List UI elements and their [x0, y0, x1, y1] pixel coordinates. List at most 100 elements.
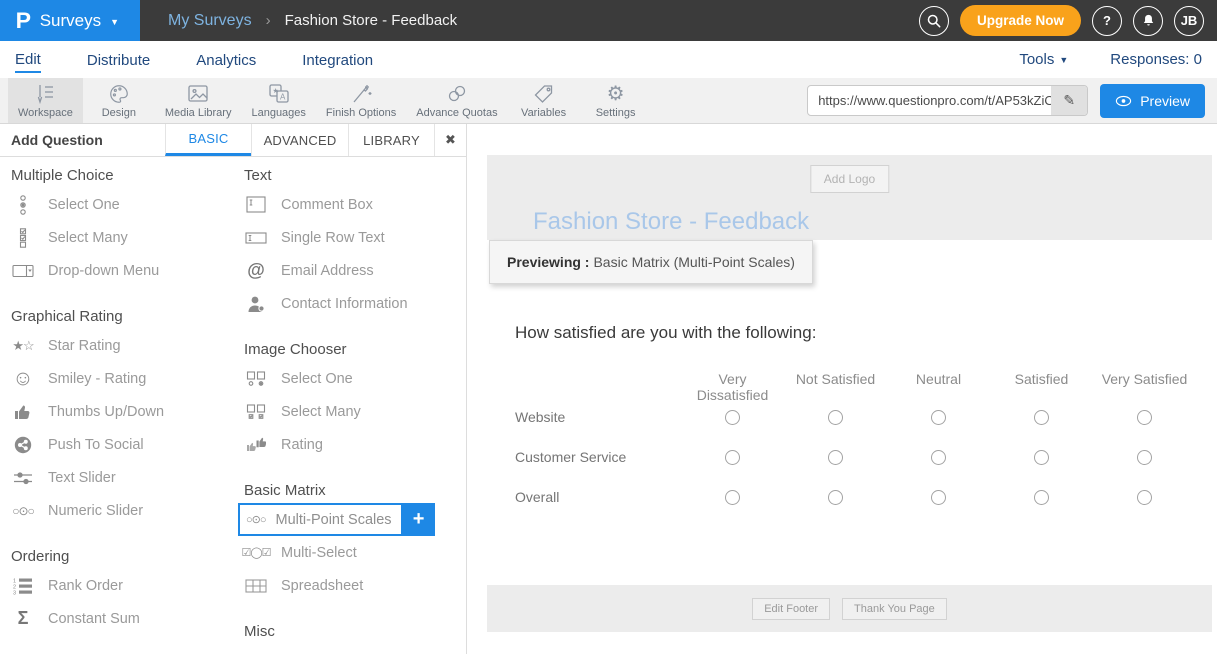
- radio-overall-very-satisfied[interactable]: [1137, 490, 1152, 505]
- toolbar-variables[interactable]: Variables: [508, 78, 580, 123]
- pencil-icon: ✎: [1063, 92, 1075, 109]
- nav-tab-analytics[interactable]: Analytics: [196, 48, 256, 72]
- question-type-star-rating[interactable]: ★☆ Star Rating: [11, 329, 233, 362]
- add-question-panel: Add Question BASIC ADVANCED LIBRARY ✖ Mu…: [0, 124, 467, 654]
- search-button[interactable]: [919, 6, 949, 36]
- radio-customer-service-very-dissatisfied[interactable]: [725, 450, 740, 465]
- single-row-text-icon: [245, 232, 267, 244]
- radio-overall-satisfied[interactable]: [1034, 490, 1049, 505]
- survey-title: Fashion Store - Feedback: [533, 208, 809, 236]
- edit-url-button[interactable]: ✎: [1051, 86, 1087, 115]
- radio-overall-neutral[interactable]: [931, 490, 946, 505]
- radio-customer-service-very-satisfied[interactable]: [1137, 450, 1152, 465]
- radio-customer-service-neutral[interactable]: [931, 450, 946, 465]
- question-type-image-select-many[interactable]: Select Many: [244, 395, 466, 428]
- breadcrumb-survey-name: Fashion Store - Feedback: [285, 12, 458, 29]
- question-type-select-one[interactable]: Select One: [11, 188, 233, 221]
- toolbar-advance-quotas[interactable]: Advance Quotas: [406, 78, 507, 123]
- question-type-contact-information[interactable]: Contact Information: [244, 287, 466, 320]
- question-type-image-select-one[interactable]: Select One: [244, 362, 466, 395]
- smiley-icon: ☺: [11, 368, 35, 389]
- nav-tab-distribute[interactable]: Distribute: [87, 48, 150, 72]
- header-actions: Upgrade Now ? JB: [919, 0, 1217, 41]
- survey-url-box: ✎: [807, 85, 1088, 116]
- nav-tab-integration[interactable]: Integration: [302, 48, 373, 72]
- rank-order-icon: 123: [13, 577, 33, 595]
- help-button[interactable]: ?: [1092, 6, 1122, 36]
- responses-count[interactable]: Responses: 0: [1110, 51, 1202, 68]
- radio-website-very-dissatisfied[interactable]: [725, 410, 740, 425]
- radio-customer-service-not-satisfied[interactable]: [828, 450, 843, 465]
- translate-icon: A★: [267, 83, 291, 105]
- matrix-row-label: Website: [515, 397, 681, 437]
- close-panel-button[interactable]: ✖: [434, 124, 466, 156]
- radio-website-neutral[interactable]: [931, 410, 946, 425]
- section-image-chooser: Image Chooser: [244, 341, 466, 358]
- radio-overall-not-satisfied[interactable]: [828, 490, 843, 505]
- tab-library[interactable]: LIBRARY: [348, 124, 434, 156]
- question-type-text-slider[interactable]: Text Slider: [11, 461, 233, 494]
- thank-you-page-button[interactable]: Thank You Page: [842, 598, 947, 620]
- question-type-thumbs-up-down[interactable]: Thumbs Up/Down: [11, 395, 233, 428]
- tools-menu[interactable]: Tools ▼: [1019, 51, 1068, 68]
- radio-website-very-satisfied[interactable]: [1137, 410, 1152, 425]
- question-type-rank-order[interactable]: 123 Rank Order: [11, 569, 233, 602]
- radio-website-not-satisfied[interactable]: [828, 410, 843, 425]
- tab-advanced[interactable]: ADVANCED: [251, 124, 348, 156]
- question-type-numeric-slider[interactable]: ○⊙○ Numeric Slider: [11, 494, 233, 527]
- palette-icon: [107, 83, 131, 105]
- matrix-column-header: Very Satisfied: [1093, 371, 1196, 397]
- bell-icon: [1141, 13, 1156, 28]
- question-type-spreadsheet[interactable]: Spreadsheet: [244, 569, 466, 602]
- question-type-multi-select[interactable]: ☑◯☑ Multi-Select: [244, 536, 466, 569]
- image-icon: [186, 83, 210, 105]
- gear-icon: ⚙: [607, 83, 625, 105]
- radio-list-icon: [18, 195, 28, 215]
- toolbar-media-library[interactable]: Media Library: [155, 78, 242, 123]
- add-question-plus-button[interactable]: +: [403, 503, 435, 536]
- product-switcher[interactable]: P Surveys ▼: [0, 0, 140, 41]
- question-type-image-rating[interactable]: Rating: [244, 428, 466, 461]
- question-type-single-row-text[interactable]: Single Row Text: [244, 221, 466, 254]
- question-type-email-address[interactable]: @ Email Address: [244, 254, 466, 287]
- question-type-multi-point-scales[interactable]: ○⊙○ Multi-Point Scales +: [238, 503, 466, 536]
- toolbar-design[interactable]: Design: [83, 78, 155, 123]
- breadcrumb-my-surveys[interactable]: My Surveys: [168, 12, 252, 30]
- eye-icon: [1115, 95, 1132, 107]
- add-logo-button[interactable]: Add Logo: [810, 165, 889, 193]
- tab-basic[interactable]: BASIC: [165, 124, 251, 156]
- survey-body: Previewing :Basic Matrix (Multi-Point Sc…: [487, 240, 1212, 585]
- edit-footer-button[interactable]: Edit Footer: [752, 598, 830, 620]
- star-rating-icon: ★☆: [11, 338, 35, 354]
- nav-tab-edit[interactable]: Edit: [15, 47, 41, 73]
- at-sign-icon: @: [244, 260, 268, 281]
- upgrade-now-button[interactable]: Upgrade Now: [960, 5, 1081, 36]
- questionpro-logo: P: [16, 8, 31, 34]
- breadcrumb-separator-icon: ›: [266, 12, 271, 29]
- image-select-one-icon: [246, 371, 266, 387]
- question-type-select-many[interactable]: Select Many: [11, 221, 233, 254]
- question-type-comment-box[interactable]: Comment Box: [244, 188, 466, 221]
- notifications-button[interactable]: [1133, 6, 1163, 36]
- survey-url-input[interactable]: [808, 93, 1051, 108]
- contact-person-icon: [247, 295, 265, 313]
- question-type-smiley-rating[interactable]: ☺ Smiley - Rating: [11, 362, 233, 395]
- radio-website-satisfied[interactable]: [1034, 410, 1049, 425]
- checkbox-list-icon: [18, 228, 28, 248]
- radio-customer-service-satisfied[interactable]: [1034, 450, 1049, 465]
- workspace-icon: [33, 83, 57, 105]
- toolbar-workspace[interactable]: Workspace: [8, 78, 83, 123]
- avatar[interactable]: JB: [1174, 6, 1204, 36]
- previewing-tooltip: Previewing :Basic Matrix (Multi-Point Sc…: [489, 240, 813, 284]
- radio-overall-very-dissatisfied[interactable]: [725, 490, 740, 505]
- question-type-drop-down-menu[interactable]: Drop-down Menu: [11, 254, 233, 287]
- toolbar-languages[interactable]: A★ Languages: [241, 78, 315, 123]
- preview-button[interactable]: Preview: [1100, 84, 1205, 118]
- toolbar-finish-options[interactable]: Finish Options: [316, 78, 406, 123]
- spreadsheet-icon: [245, 579, 267, 593]
- toolbar-settings[interactable]: ⚙ Settings: [580, 78, 652, 123]
- question-types-column-1: Multiple Choice Select One Select Many D…: [0, 167, 233, 654]
- svg-text:3: 3: [13, 590, 16, 595]
- question-type-constant-sum[interactable]: Σ Constant Sum: [11, 602, 233, 635]
- question-type-push-to-social[interactable]: Push To Social: [11, 428, 233, 461]
